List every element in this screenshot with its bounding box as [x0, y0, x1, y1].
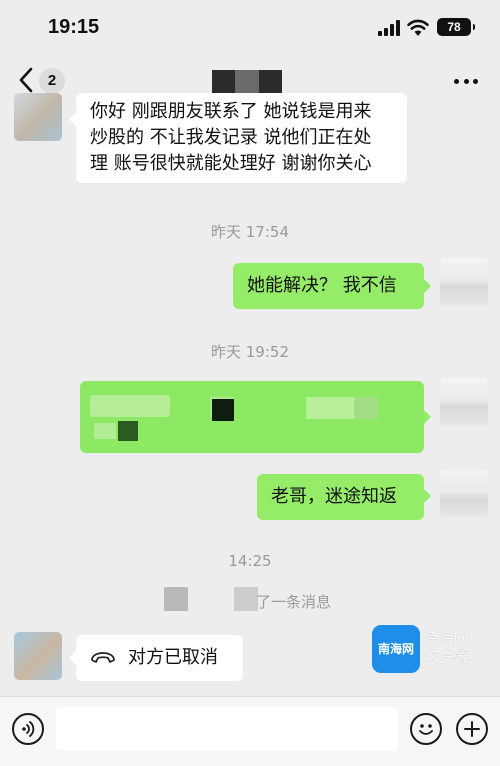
message-input[interactable] [56, 707, 398, 751]
my-avatar[interactable] [440, 378, 488, 426]
message-bubble-outgoing-redacted[interactable] [80, 381, 424, 453]
emoji-button[interactable] [410, 713, 442, 745]
redaction-block [212, 399, 234, 421]
watermark-line: 客户端 [426, 650, 468, 666]
redaction-block [354, 397, 378, 419]
battery-icon: 78 [437, 18, 475, 36]
wifi-icon [407, 19, 429, 36]
message-line: 你好 刚跟朋友联系了 她说钱是用来 [90, 101, 372, 122]
my-avatar[interactable] [440, 258, 488, 306]
chat-title-redacted [212, 70, 282, 94]
recall-name-redacted [164, 587, 188, 611]
message-text: 老哥，迷途知返 [271, 486, 397, 507]
nanhai-logo: 南海网 [372, 625, 420, 673]
bubble-tail [69, 112, 76, 126]
plus-icon [464, 721, 480, 737]
message-timestamp: 昨天 19:52 [211, 343, 289, 361]
redaction-block [306, 397, 356, 419]
more-functions-button[interactable] [456, 713, 488, 745]
message-text: 对方已取消 [128, 647, 218, 668]
contact-avatar[interactable] [14, 93, 62, 141]
phone-hangup-icon [91, 652, 115, 663]
watermark-line: 南海网 [426, 631, 468, 647]
call-cancelled-bubble[interactable]: 对方已取消 [76, 635, 243, 681]
redaction-block [90, 395, 170, 417]
voice-icon [22, 721, 35, 737]
redaction-block [94, 423, 116, 439]
back-chevron-icon[interactable] [14, 65, 38, 95]
emoji-icon [419, 724, 433, 735]
message-bubble-outgoing[interactable]: 老哥，迷途知返 [257, 474, 424, 520]
input-bar [0, 696, 500, 766]
bubble-tail [424, 489, 431, 503]
logo-text: 南海网 [377, 642, 414, 656]
message-line: 炒股的 不让我发记录 说他们正在处 [90, 127, 372, 148]
bubble-tail [69, 651, 76, 665]
voice-input-button[interactable] [12, 713, 44, 745]
watermark-text: 南海网 客户端 [426, 630, 468, 668]
message-timestamp: 昨天 17:54 [211, 223, 289, 241]
status-time: 19:15 [48, 16, 100, 38]
message-bubble-outgoing[interactable]: 她能解决？ 我不信 [233, 263, 424, 309]
redaction-block [118, 421, 138, 441]
more-options-icon[interactable] [454, 79, 478, 85]
cellular-signal-icon [378, 20, 402, 36]
contact-avatar[interactable] [14, 632, 62, 680]
bubble-tail [424, 279, 431, 293]
my-avatar[interactable] [440, 470, 488, 518]
recall-notice: 了一条消息 [256, 593, 332, 611]
message-line: 理 账号很快就能处理好 谢谢你关心 [90, 153, 372, 174]
message-text: 她能解决？ 我不信 [247, 275, 397, 296]
recall-name-redacted [234, 587, 258, 611]
unread-count-badge[interactable]: 2 [39, 68, 65, 94]
status-bar: 19:15 78 [0, 0, 500, 58]
message-timestamp: 14:25 [228, 552, 272, 570]
message-bubble-incoming[interactable]: 你好 刚跟朋友联系了 她说钱是用来 炒股的 不让我发记录 说他们正在处 理 账号… [76, 93, 407, 183]
bubble-tail [424, 410, 431, 424]
